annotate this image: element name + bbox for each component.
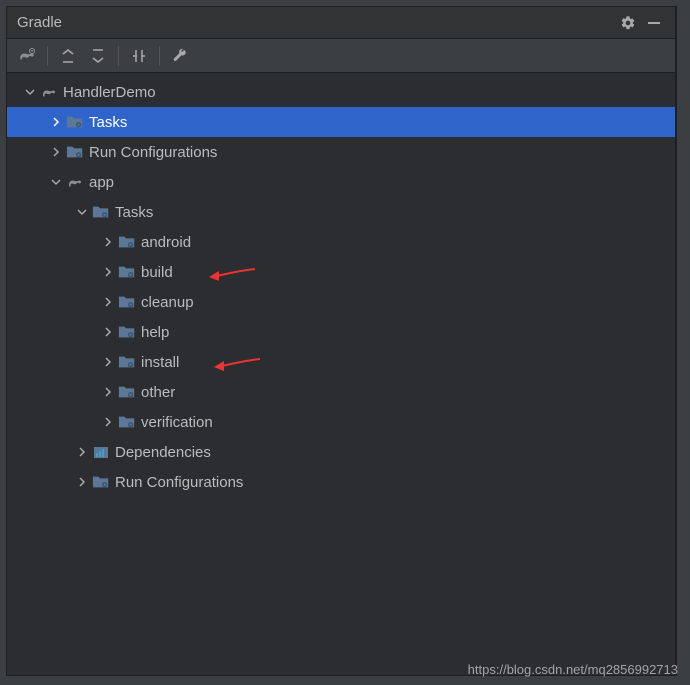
reload-projects-button[interactable] <box>13 42 41 70</box>
tree-label: build <box>141 264 173 281</box>
minimize-button[interactable] <box>643 12 665 34</box>
gradle-toolbar <box>7 39 675 73</box>
toolbar-separator <box>47 46 48 66</box>
tree-label: install <box>141 354 179 371</box>
collapse-icon <box>90 48 106 64</box>
folder-gear-icon <box>91 203 111 221</box>
minimize-icon <box>647 16 661 30</box>
chevron-right-icon <box>99 383 117 401</box>
chevron-right-icon <box>99 323 117 341</box>
tree-task-build[interactable]: build <box>7 257 675 287</box>
chevron-right-icon <box>99 263 117 281</box>
watermark-text: https://blog.csdn.net/mq2856992713 <box>468 662 678 677</box>
chevron-right-icon <box>99 413 117 431</box>
tree-label: cleanup <box>141 294 194 311</box>
chevron-right-icon <box>73 473 91 491</box>
dependencies-icon <box>91 443 111 461</box>
folder-gear-icon <box>117 323 137 341</box>
annotation-arrow-icon <box>207 265 257 285</box>
tree-task-help[interactable]: help <box>7 317 675 347</box>
gradle-project-icon <box>39 83 59 101</box>
folder-gear-icon <box>117 263 137 281</box>
folder-gear-icon <box>91 473 111 491</box>
chevron-right-icon <box>99 293 117 311</box>
folder-gear-icon <box>117 293 137 311</box>
tree-label: verification <box>141 414 213 431</box>
folder-gear-icon <box>117 383 137 401</box>
panel-title: Gradle <box>17 14 613 31</box>
tree-task-verification[interactable]: verification <box>7 407 675 437</box>
tree-label: Tasks <box>115 204 153 221</box>
toolbar-separator <box>159 46 160 66</box>
ide-right-strip[interactable] <box>676 6 690 676</box>
gear-icon <box>620 15 636 31</box>
annotation-arrow-icon <box>212 355 262 375</box>
tree-task-cleanup[interactable]: cleanup <box>7 287 675 317</box>
chevron-right-icon <box>47 143 65 161</box>
wrench-icon <box>172 48 188 64</box>
tree-label: Tasks <box>89 114 127 131</box>
panel-titlebar: Gradle <box>7 7 675 39</box>
tree-app-dependencies[interactable]: Dependencies <box>7 437 675 467</box>
tree-task-android[interactable]: android <box>7 227 675 257</box>
tree-task-install[interactable]: install <box>7 347 675 377</box>
tree-label: android <box>141 234 191 251</box>
tree-label: Run Configurations <box>89 144 217 161</box>
toolbar-separator <box>118 46 119 66</box>
chevron-down-icon <box>73 203 91 221</box>
tree-run-configs-root[interactable]: Run Configurations <box>7 137 675 167</box>
tree-task-other[interactable]: other <box>7 377 675 407</box>
tree-label: HandlerDemo <box>63 84 156 101</box>
collapse-all-button[interactable] <box>84 42 112 70</box>
gradle-settings-button[interactable] <box>166 42 194 70</box>
gradle-project-icon <box>65 173 85 191</box>
settings-button[interactable] <box>617 12 639 34</box>
folder-gear-icon <box>117 413 137 431</box>
chevron-down-icon <box>47 173 65 191</box>
folder-gear-icon <box>65 113 85 131</box>
tree-module-app[interactable]: app <box>7 167 675 197</box>
tree-app-run-configs[interactable]: Run Configurations <box>7 467 675 497</box>
gradle-panel: Gradle <box>6 6 676 676</box>
gradle-tree[interactable]: HandlerDemo Tasks Run Configurations <box>7 73 675 675</box>
tree-tasks-root[interactable]: Tasks <box>7 107 675 137</box>
folder-gear-icon <box>117 353 137 371</box>
elephant-reload-icon <box>17 46 37 66</box>
tree-label: app <box>89 174 114 191</box>
chevron-right-icon <box>99 233 117 251</box>
chevron-right-icon <box>99 353 117 371</box>
expand-icon <box>60 48 76 64</box>
folder-gear-icon <box>65 143 85 161</box>
toggle-offline-button[interactable] <box>125 42 153 70</box>
tree-label: Run Configurations <box>115 474 243 491</box>
folder-gear-icon <box>117 233 137 251</box>
tree-app-tasks[interactable]: Tasks <box>7 197 675 227</box>
expand-all-button[interactable] <box>54 42 82 70</box>
chevron-right-icon <box>47 113 65 131</box>
chevron-down-icon <box>21 83 39 101</box>
tree-label: other <box>141 384 175 401</box>
tree-root-project[interactable]: HandlerDemo <box>7 77 675 107</box>
chevron-right-icon <box>73 443 91 461</box>
tree-label: Dependencies <box>115 444 211 461</box>
tree-label: help <box>141 324 169 341</box>
offline-icon <box>131 48 147 64</box>
